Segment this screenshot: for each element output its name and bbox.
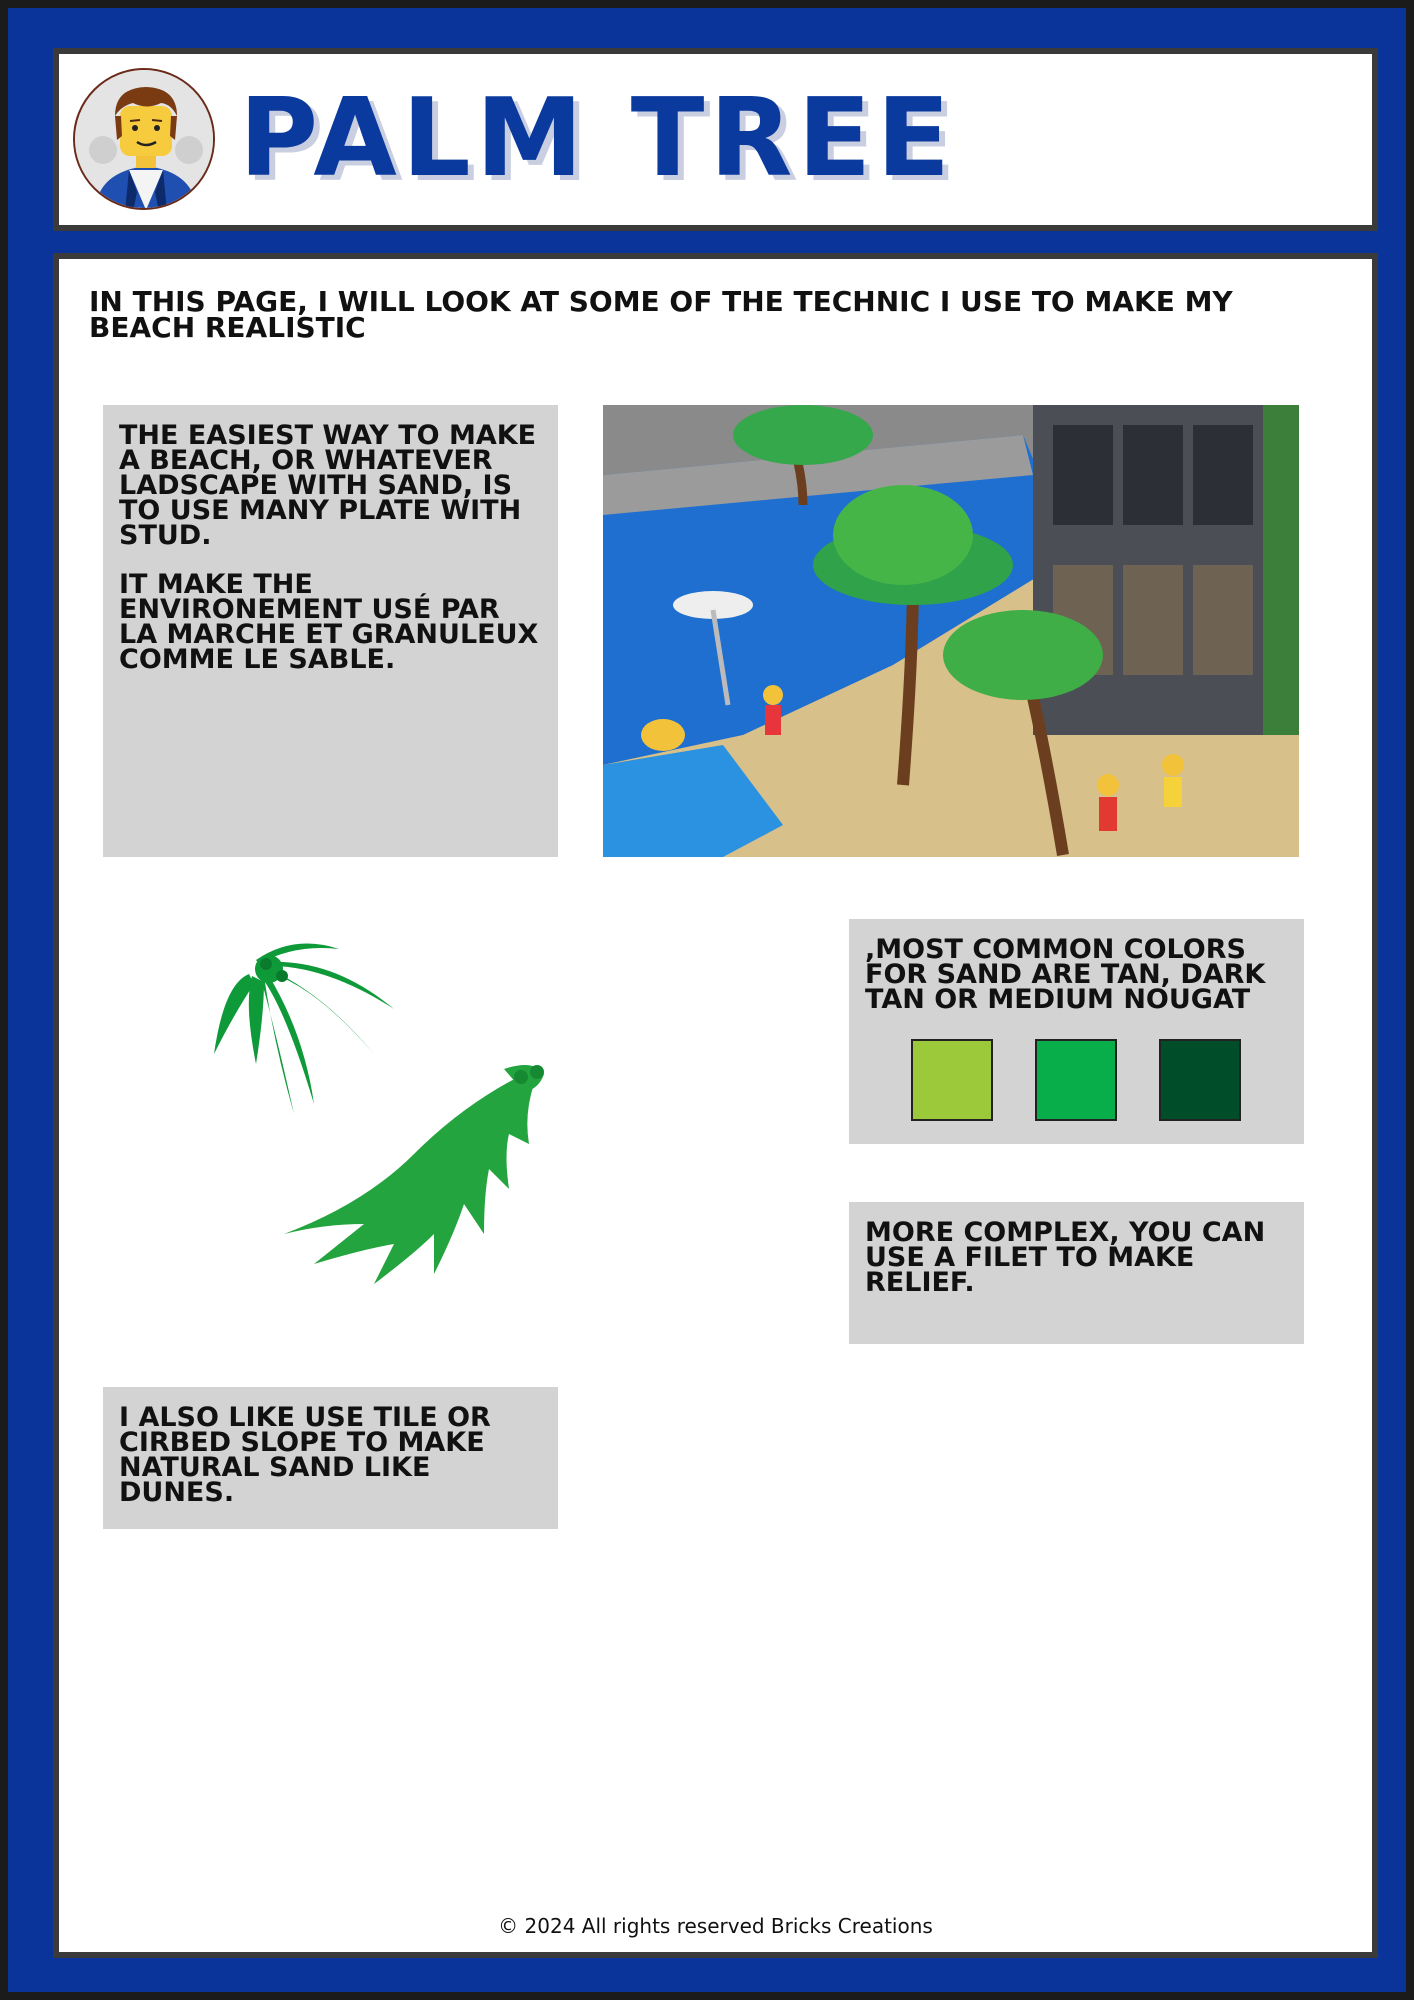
page-title: PALM TREE	[239, 76, 956, 201]
color-swatch-green	[1035, 1039, 1117, 1121]
main-content: IN THIS PAGE, I WILL LOOK AT SOME OF THE…	[53, 253, 1378, 1958]
page-header: PALM TREE	[53, 48, 1378, 231]
lego-minifigure-avatar-icon	[73, 68, 215, 210]
color-swatch-dark-green	[1159, 1039, 1241, 1121]
sand-colors-text: ,MOST COMMON COLORS FOR SAND ARE TAN, DA…	[865, 934, 1266, 1015]
intro-text: IN THIS PAGE, I WILL LOOK AT SOME OF THE…	[89, 285, 1233, 344]
relief-text: MORE COMPLEX, YOU CAN USE A FILET TO MAK…	[865, 1217, 1266, 1298]
relief-card: MORE COMPLEX, YOU CAN USE A FILET TO MAK…	[849, 1202, 1304, 1344]
page-frame: PALM TREE IN THIS PAGE, I WILL LOOK AT S…	[0, 0, 1414, 2000]
lego-beach-scene-image	[603, 405, 1299, 857]
dunes-text: I ALSO LIKE USE TILE OR CIRBED SLOPE TO …	[119, 1402, 491, 1508]
dunes-card: I ALSO LIKE USE TILE OR CIRBED SLOPE TO …	[103, 1387, 558, 1529]
sand-plates-card: THE EASIEST WAY TO MAKE A BEACH, OR WHAT…	[103, 405, 558, 857]
lego-palm-leaf-pieces-image	[164, 924, 584, 1324]
sand-plates-paragraph-1: THE EASIEST WAY TO MAKE A BEACH, OR WHAT…	[119, 420, 537, 551]
sand-colors-card: ,MOST COMMON COLORS FOR SAND ARE TAN, DA…	[849, 919, 1304, 1144]
color-swatch-lime	[911, 1039, 993, 1121]
sand-plates-paragraph-2: IT MAKE THE ENVIRONEMENT USÉ PAR LA MARC…	[119, 569, 539, 675]
footer-copyright: © 2024 All rights reserved Bricks Creati…	[498, 1914, 933, 1938]
